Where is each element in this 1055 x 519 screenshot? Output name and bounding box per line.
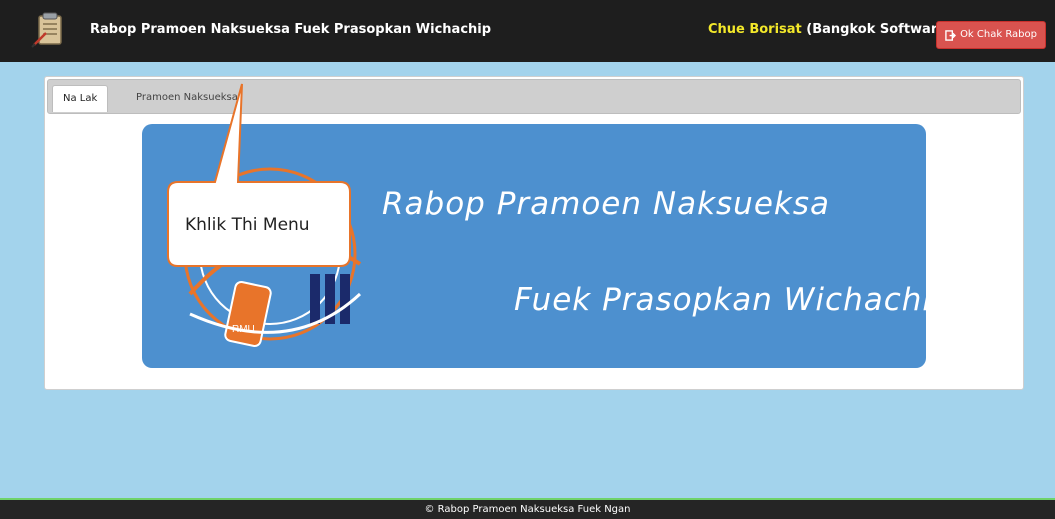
callout-text: Khlik Thi Menu xyxy=(185,215,310,235)
rmu-logo-icon: RMU RMU xyxy=(183,167,362,347)
tab-bar: Na Lak Pramoen Naksueksa xyxy=(47,79,1021,114)
logout-label: Ok Chak Rabop xyxy=(960,29,1037,40)
banner-title: Rabop Pramoen Naksueksa xyxy=(382,186,830,222)
sign-out-icon xyxy=(945,29,957,41)
logout-button[interactable]: Ok Chak Rabop xyxy=(936,21,1046,49)
company-label: Chue Borisat xyxy=(707,22,802,37)
app-title[interactable]: Rabop Pramoen Naksueksa Fuek Prasopkan W… xyxy=(90,22,491,37)
welcome-banner: RMU RMU Rabop Pramoen Naksueksa Fuek Pra… xyxy=(142,124,926,368)
footer-text: © Rabop Pramoen Naksueksa Fuek Ngan xyxy=(424,504,631,515)
banner-subtitle: Fuek Prasopkan Wichachip xyxy=(514,282,926,318)
company-name: (Bangkok Software) xyxy=(806,22,952,37)
svg-text:RMU: RMU xyxy=(283,191,308,203)
top-navbar: Rabop Pramoen Naksueksa Fuek Prasopkan W… xyxy=(0,0,1055,62)
company-info: Chue Borisat (Bangkok Software) xyxy=(708,22,952,37)
footer: © Rabop Pramoen Naksueksa Fuek Ngan xyxy=(0,498,1055,519)
tab-evaluate-students[interactable]: Pramoen Naksueksa xyxy=(126,85,248,111)
tab-home[interactable]: Na Lak xyxy=(52,85,109,112)
notepad-icon xyxy=(31,12,62,48)
